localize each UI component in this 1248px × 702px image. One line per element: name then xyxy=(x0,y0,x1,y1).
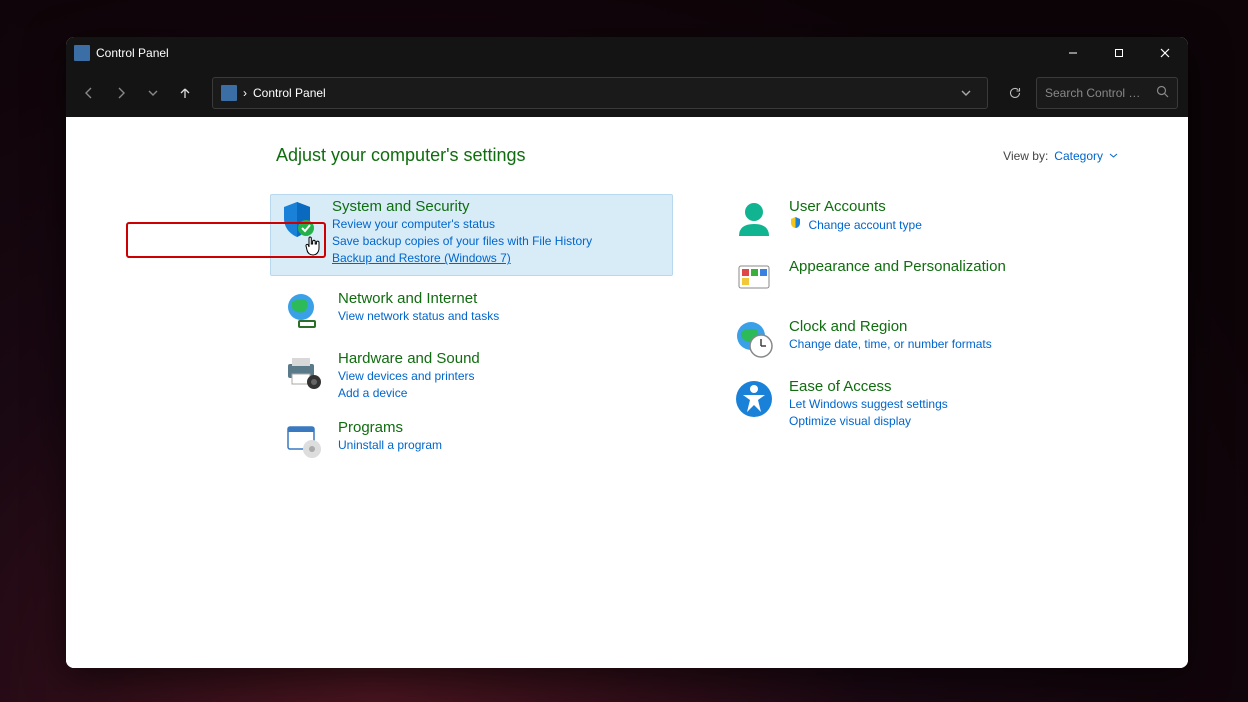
category-programs[interactable]: Programs Uninstall a program xyxy=(276,415,667,465)
category-ease-of-access[interactable]: Ease of Access Let Windows suggest setti… xyxy=(727,374,1118,433)
maximize-button[interactable] xyxy=(1096,37,1142,69)
printer-icon xyxy=(282,350,324,392)
recent-locations-button[interactable] xyxy=(140,80,166,106)
category-title[interactable]: System and Security xyxy=(332,198,667,215)
category-title[interactable]: Clock and Region xyxy=(789,318,1112,335)
search-input[interactable]: Search Control P... xyxy=(1036,77,1178,109)
category-title[interactable]: Ease of Access xyxy=(789,378,1112,395)
category-clock-and-region[interactable]: Clock and Region Change date, time, or n… xyxy=(727,314,1118,364)
refresh-button[interactable] xyxy=(1000,77,1030,109)
breadcrumb-control-panel[interactable]: Control Panel xyxy=(253,86,326,100)
header-row: Adjust your computer's settings View by:… xyxy=(276,145,1118,166)
clock-icon xyxy=(733,318,775,360)
navbar: › Control Panel Search Control P... xyxy=(66,69,1188,117)
window-title: Control Panel xyxy=(96,46,169,60)
category-network-and-internet[interactable]: Network and Internet View network status… xyxy=(276,286,667,336)
minimize-button[interactable] xyxy=(1050,37,1096,69)
category-columns: System and Security Review your computer… xyxy=(276,194,1118,475)
category-title[interactable]: Appearance and Personalization xyxy=(789,258,1112,275)
back-button[interactable] xyxy=(76,80,102,106)
uac-shield-icon xyxy=(789,216,802,234)
programs-icon xyxy=(282,419,324,461)
app-icon xyxy=(74,45,90,61)
left-column: System and Security Review your computer… xyxy=(276,194,667,475)
view-by-value: Category xyxy=(1054,149,1103,163)
link-review-status[interactable]: Review your computer's status xyxy=(332,216,667,232)
search-placeholder: Search Control P... xyxy=(1045,86,1141,100)
page-heading: Adjust your computer's settings xyxy=(276,145,526,166)
address-history-dropdown[interactable] xyxy=(953,77,979,109)
titlebar: Control Panel xyxy=(66,37,1188,69)
control-panel-icon xyxy=(221,85,237,101)
category-system-and-security[interactable]: System and Security Review your computer… xyxy=(270,194,673,276)
window-controls xyxy=(1050,37,1188,69)
link-add-device[interactable]: Add a device xyxy=(338,385,661,401)
link-devices-printers[interactable]: View devices and printers xyxy=(338,368,661,384)
right-column: User Accounts Change account type Appear… xyxy=(727,194,1118,475)
link-windows-suggest-settings[interactable]: Let Windows suggest settings xyxy=(789,396,1112,412)
forward-button[interactable] xyxy=(108,80,134,106)
user-icon xyxy=(733,198,775,240)
link-file-history[interactable]: Save backup copies of your files with Fi… xyxy=(332,233,667,249)
category-user-accounts[interactable]: User Accounts Change account type xyxy=(727,194,1118,244)
link-date-time-formats[interactable]: Change date, time, or number formats xyxy=(789,336,1112,352)
link-backup-restore[interactable]: Backup and Restore (Windows 7) xyxy=(332,250,667,266)
category-title[interactable]: Programs xyxy=(338,419,661,436)
view-by-label: View by: xyxy=(1003,149,1048,163)
link-uninstall-program[interactable]: Uninstall a program xyxy=(338,437,661,453)
address-bar[interactable]: › Control Panel xyxy=(212,77,988,109)
view-by-selector[interactable]: View by: Category xyxy=(1003,149,1118,163)
category-title[interactable]: Network and Internet xyxy=(338,290,661,307)
breadcrumb-separator: › xyxy=(243,86,247,100)
close-button[interactable] xyxy=(1142,37,1188,69)
category-title[interactable]: Hardware and Sound xyxy=(338,350,661,367)
category-hardware-and-sound[interactable]: Hardware and Sound View devices and prin… xyxy=(276,346,667,405)
content-area: Adjust your computer's settings View by:… xyxy=(66,117,1188,668)
chevron-down-icon xyxy=(1109,149,1118,163)
control-panel-window: Control Panel › xyxy=(66,37,1188,668)
appearance-icon xyxy=(733,258,775,300)
globe-icon xyxy=(282,290,324,332)
accessibility-icon xyxy=(733,378,775,420)
link-change-account-type[interactable]: Change account type xyxy=(808,218,921,232)
category-appearance-and-personalization[interactable]: Appearance and Personalization xyxy=(727,254,1118,304)
search-icon xyxy=(1156,85,1169,101)
link-optimize-visual-display[interactable]: Optimize visual display xyxy=(789,413,1112,429)
up-button[interactable] xyxy=(172,80,198,106)
link-network-status[interactable]: View network status and tasks xyxy=(338,308,661,324)
cursor-icon xyxy=(304,235,320,255)
shield-icon xyxy=(276,198,318,240)
category-title[interactable]: User Accounts xyxy=(789,198,1112,215)
